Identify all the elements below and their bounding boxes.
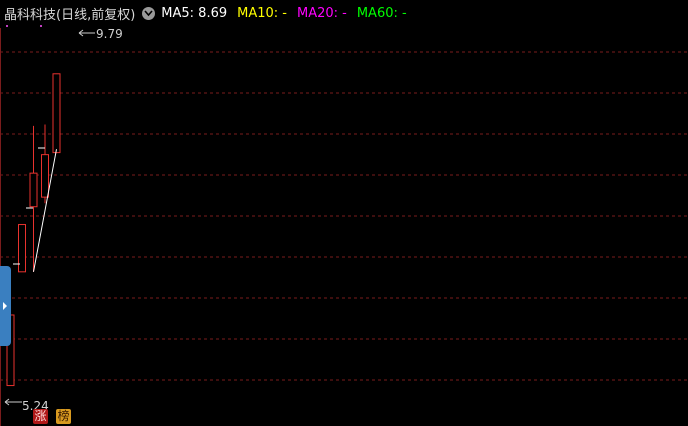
side-panel-toggle[interactable] <box>0 266 11 346</box>
chevron-right-icon <box>3 302 7 310</box>
candle[interactable] <box>18 224 26 273</box>
high-price-label: 9.79 <box>96 27 123 41</box>
candle[interactable] <box>29 125 38 272</box>
price-labels: 9.79 5.24 <box>4 27 123 413</box>
marker-dot <box>6 25 8 27</box>
zhang-badge[interactable]: 涨 <box>33 409 48 424</box>
candle[interactable] <box>41 124 49 204</box>
grid-lines <box>0 51 688 381</box>
candle[interactable] <box>52 73 61 154</box>
marker-dot <box>40 25 42 27</box>
candle-body <box>52 73 61 154</box>
candle-body <box>18 224 26 273</box>
price-ticks <box>13 147 45 265</box>
candle-body <box>29 172 38 208</box>
marker-dots <box>6 25 42 27</box>
bang-badge[interactable]: 榜 <box>56 409 71 424</box>
candle-body <box>41 154 49 198</box>
kline-chart[interactable]: 9.79 5.24 <box>0 0 688 426</box>
